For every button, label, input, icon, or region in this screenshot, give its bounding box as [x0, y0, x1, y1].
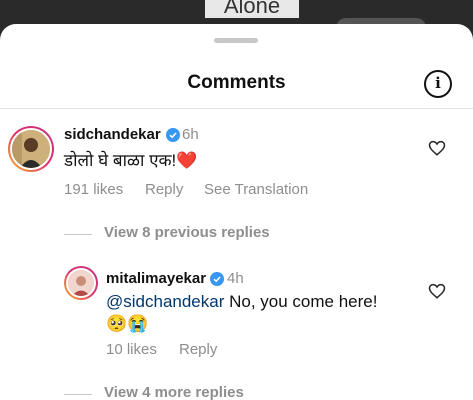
like-heart-icon[interactable] [428, 282, 446, 300]
reply-emoji: 🥺😭 [106, 314, 149, 333]
mention-link[interactable]: @sidchandekar [106, 292, 224, 311]
reply-time: 4h [227, 270, 244, 287]
reply-avatar[interactable] [64, 266, 98, 300]
thread-line [64, 394, 92, 395]
avatar[interactable] [8, 126, 54, 172]
person-icon [68, 270, 94, 296]
comment-text: डोलो घे बाळा एक!❤️ [64, 148, 197, 171]
header-divider [0, 108, 473, 109]
view-more-replies-button[interactable]: View 4 more replies [104, 384, 244, 400]
verified-badge-icon [210, 272, 224, 286]
reply-reply-button[interactable]: Reply [179, 341, 217, 358]
comment-time: 6h [182, 126, 199, 143]
reply-avatar-photo [66, 268, 96, 298]
page-title: Comments [187, 72, 286, 93]
heart-emoji: ❤️ [176, 151, 198, 170]
like-heart-icon[interactable] [428, 139, 446, 157]
background-caption: Alone [205, 0, 299, 18]
comment-body: डोलो घे बाळा एक! [64, 151, 177, 170]
info-icon[interactable]: i [424, 70, 452, 98]
comment-username[interactable]: sidchandekar [64, 126, 161, 143]
reply-likes-count[interactable]: 10 likes [106, 341, 157, 358]
view-previous-replies-button[interactable]: View 8 previous replies [104, 224, 270, 241]
person-icon [12, 130, 50, 168]
reply-username[interactable]: mitalimayekar [106, 270, 206, 287]
thread-line [64, 234, 92, 235]
reply-body: No, you come here! [224, 292, 378, 311]
see-translation-button[interactable]: See Translation [204, 181, 308, 198]
reply-text: @sidchandekar No, you come here! [106, 292, 377, 312]
drag-handle[interactable] [214, 38, 258, 43]
avatar-photo [10, 128, 52, 170]
comments-sheet: Comments i sidchandekar 6h डोलो घे बाळा … [0, 24, 473, 400]
verified-badge-icon [166, 128, 180, 142]
likes-count[interactable]: 191 likes [64, 181, 123, 198]
reply-button[interactable]: Reply [145, 181, 183, 198]
